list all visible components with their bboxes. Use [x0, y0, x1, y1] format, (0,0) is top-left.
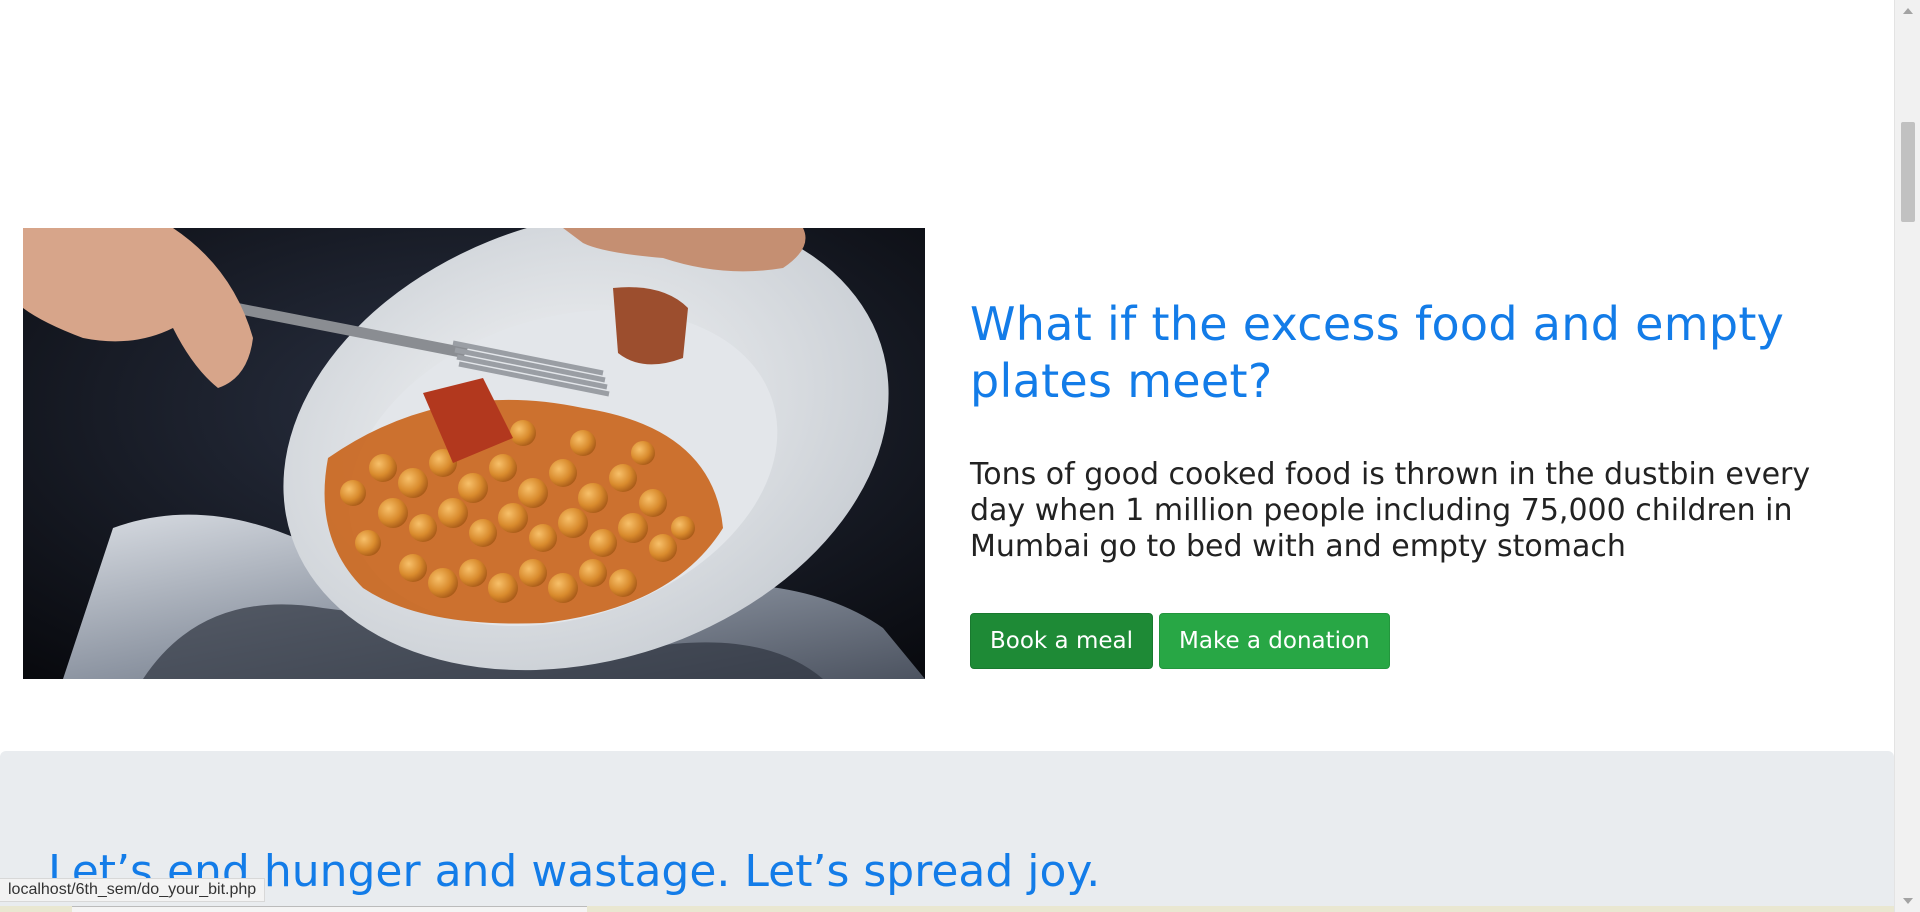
hero-button-row: Book a meal Make a donation — [970, 613, 1850, 669]
link-status-bar: localhost/6th_sem/do_your_bit.php — [0, 878, 266, 902]
hero-description: Tons of good cooked food is thrown in th… — [970, 457, 1811, 564]
bottom-strip-segment — [72, 906, 587, 912]
food-waste-illustration — [23, 228, 925, 679]
scroll-up-arrow-icon[interactable] — [1903, 8, 1913, 14]
page-viewport: What if the excess food and empty plates… — [0, 0, 1894, 912]
hero-title: What if the excess food and empty plates… — [970, 297, 1785, 408]
bottom-strip — [0, 906, 1894, 912]
make-donation-button[interactable]: Make a donation — [1159, 613, 1390, 669]
scroll-down-arrow-icon[interactable] — [1903, 898, 1913, 904]
scrollbar-thumb[interactable] — [1901, 122, 1915, 222]
mission-band: Let’s end hunger and wastage. Let’s spre… — [0, 751, 1894, 912]
book-meal-button[interactable]: Book a meal — [970, 613, 1153, 669]
hero-image — [23, 228, 925, 679]
vertical-scrollbar[interactable] — [1894, 0, 1920, 912]
hero-text-block: What if the excess food and empty plates… — [970, 296, 1850, 669]
